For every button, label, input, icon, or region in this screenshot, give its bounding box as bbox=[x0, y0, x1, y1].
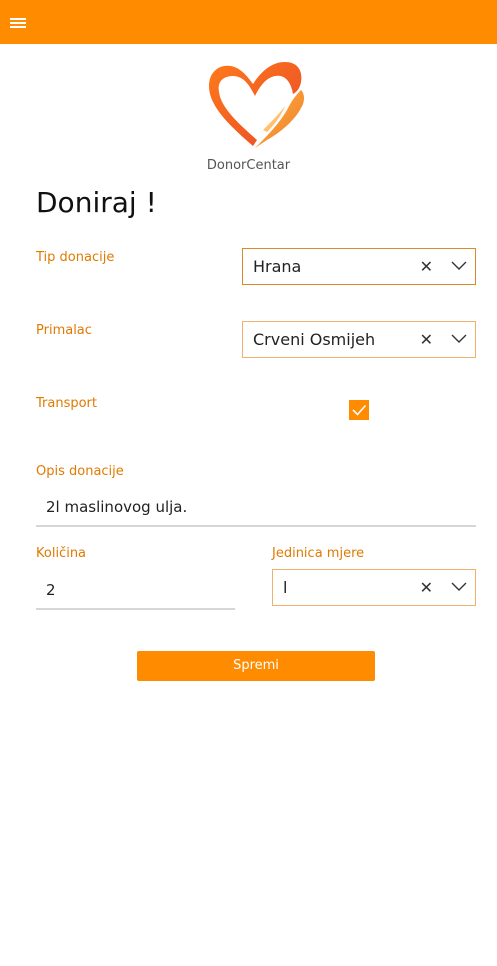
tip-donacije-combobox[interactable]: Hrana ✕ bbox=[242, 248, 476, 285]
clear-icon[interactable]: ✕ bbox=[420, 330, 433, 349]
kolicina-input[interactable]: 2 bbox=[36, 570, 235, 610]
tip-donacije-label: Tip donacije bbox=[36, 250, 115, 265]
clear-icon[interactable]: ✕ bbox=[420, 578, 433, 597]
clear-icon[interactable]: ✕ bbox=[420, 257, 433, 276]
chevron-down-icon[interactable] bbox=[451, 334, 467, 344]
primalac-label: Primalac bbox=[36, 323, 92, 338]
opis-donacije-input[interactable]: 2l maslinovog ulja. bbox=[36, 487, 476, 527]
jedinica-mjere-combobox[interactable]: l ✕ bbox=[272, 569, 476, 606]
save-button[interactable]: Spremi bbox=[137, 651, 375, 681]
transport-label: Transport bbox=[36, 396, 98, 411]
brand-name: DonorCentar bbox=[206, 158, 291, 173]
primalac-combobox[interactable]: Crveni Osmijeh ✕ bbox=[242, 321, 476, 358]
transport-checkbox[interactable] bbox=[349, 400, 369, 420]
checkmark-icon bbox=[352, 404, 367, 416]
chevron-down-icon[interactable] bbox=[451, 582, 467, 592]
input-underline bbox=[36, 525, 476, 527]
primalac-value: Crveni Osmijeh bbox=[253, 330, 376, 349]
heart-hand-icon bbox=[209, 62, 304, 148]
hamburger-icon[interactable] bbox=[10, 18, 26, 28]
opis-donacije-label: Opis donacije bbox=[36, 464, 124, 479]
jedinica-mjere-label: Jedinica mjere bbox=[272, 546, 365, 561]
tip-donacije-value: Hrana bbox=[253, 257, 302, 276]
opis-donacije-value: 2l maslinovog ulja. bbox=[46, 498, 188, 516]
kolicina-label: Količina bbox=[36, 546, 87, 561]
chevron-down-icon[interactable] bbox=[451, 261, 467, 271]
page-title: Doniraj ! bbox=[36, 186, 157, 219]
input-underline bbox=[36, 608, 235, 610]
kolicina-value: 2 bbox=[46, 581, 56, 599]
jedinica-mjere-value: l bbox=[283, 578, 288, 597]
top-bar bbox=[0, 0, 497, 44]
